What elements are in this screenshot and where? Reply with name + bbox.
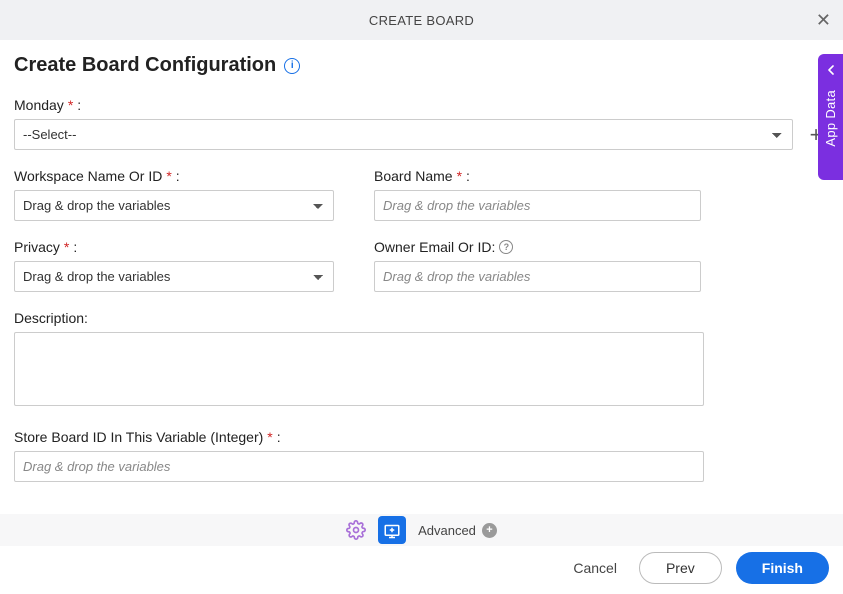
label-text: Store Board ID In This Variable (Integer…: [14, 429, 263, 445]
col-left-2: Privacy*: Drag & drop the variables: [14, 239, 334, 292]
close-icon[interactable]: ✕: [816, 11, 831, 29]
description-textarea[interactable]: [14, 332, 704, 406]
required-asterisk: *: [166, 168, 171, 184]
advanced-toggle[interactable]: Advanced +: [418, 523, 497, 538]
finish-button[interactable]: Finish: [736, 552, 829, 584]
required-asterisk: *: [64, 239, 69, 255]
store-variable-input[interactable]: [14, 451, 704, 482]
workspace-label: Workspace Name Or ID *:: [14, 168, 334, 184]
monday-row: --Select-- +: [14, 119, 829, 150]
label-text: Workspace Name Or ID: [14, 168, 162, 184]
required-asterisk: *: [267, 429, 272, 445]
label-colon: :: [176, 168, 180, 184]
workspace-select[interactable]: Drag & drop the variables: [14, 190, 334, 221]
label-text: Monday: [14, 97, 64, 113]
description-label: Description:: [14, 310, 829, 326]
app-data-label: App Data: [823, 90, 838, 147]
modal-content: Create Board Configuration i Monday*: --…: [0, 40, 843, 482]
label-colon: :: [466, 168, 470, 184]
modal-header: CREATE BOARD ✕: [0, 0, 843, 40]
required-asterisk: *: [457, 168, 462, 184]
col-right-2: Owner Email Or ID: ?: [374, 239, 701, 292]
col-right: Board Name*:: [374, 168, 701, 221]
privacy-label: Privacy*:: [14, 239, 334, 255]
label-colon: :: [77, 97, 81, 113]
owner-input[interactable]: [374, 261, 701, 292]
chevron-left-icon: [826, 62, 836, 78]
page-title: Create Board Configuration: [14, 54, 276, 77]
label-text: Description:: [14, 310, 88, 326]
label-colon: :: [277, 429, 281, 445]
app-data-tab[interactable]: App Data: [818, 54, 843, 180]
modal-title: CREATE BOARD: [369, 13, 474, 28]
board-icon[interactable]: [378, 516, 406, 544]
label-text: Board Name: [374, 168, 453, 184]
boardname-label: Board Name*:: [374, 168, 701, 184]
store-label: Store Board ID In This Variable (Integer…: [14, 429, 829, 445]
bottom-actions: Cancel Prev Finish: [565, 552, 829, 584]
label-text: Privacy: [14, 239, 60, 255]
required-asterisk: *: [68, 97, 73, 113]
owner-label: Owner Email Or ID: ?: [374, 239, 701, 255]
col-left: Workspace Name Or ID *: Drag & drop the …: [14, 168, 334, 221]
info-icon[interactable]: i: [284, 58, 300, 74]
cancel-button[interactable]: Cancel: [565, 554, 625, 582]
privacy-select[interactable]: Drag & drop the variables: [14, 261, 334, 292]
plus-circle-icon: +: [482, 523, 497, 538]
prev-button[interactable]: Prev: [639, 552, 722, 584]
advanced-label: Advanced: [418, 523, 476, 538]
footer-toolbar: Advanced +: [0, 514, 843, 546]
label-colon: :: [73, 239, 77, 255]
gear-icon[interactable]: [346, 520, 366, 540]
monday-label: Monday*:: [14, 97, 829, 113]
form-grid: Workspace Name Or ID *: Drag & drop the …: [14, 168, 829, 221]
monday-select[interactable]: --Select--: [14, 119, 793, 150]
boardname-input[interactable]: [374, 190, 701, 221]
page-title-row: Create Board Configuration i: [14, 54, 829, 77]
label-text: Owner Email Or ID:: [374, 239, 495, 255]
form-grid-2: Privacy*: Drag & drop the variables Owne…: [14, 239, 829, 292]
help-icon[interactable]: ?: [499, 240, 513, 254]
